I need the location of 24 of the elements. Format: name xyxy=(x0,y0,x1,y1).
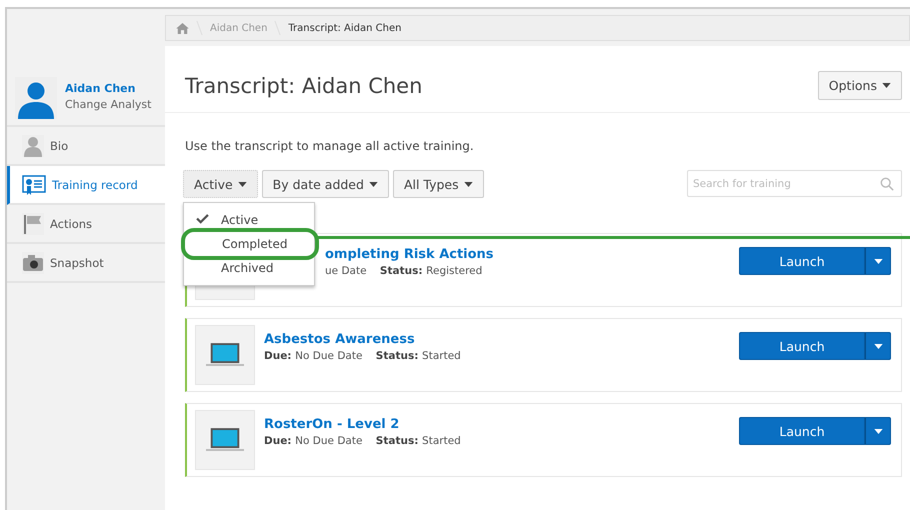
intro-text: Use the transcript to manage all active training. xyxy=(185,139,475,153)
options-button[interactable]: Options xyxy=(818,71,902,100)
profile-name[interactable]: Aidan Chen xyxy=(65,82,152,95)
sidebar-item[interactable]: Training record xyxy=(7,166,165,205)
launch-button[interactable]: Launch xyxy=(739,417,865,445)
menu-item[interactable]: Active xyxy=(184,208,314,232)
filter-dropdown[interactable]: By date added xyxy=(262,170,389,198)
training-meta: Due: No Due Date Status: Started xyxy=(264,434,462,446)
training-title[interactable]: RosterOn - Level 2 xyxy=(264,416,730,432)
breadcrumb-current: Transcript: Aidan Chen xyxy=(288,22,402,34)
filter-dropdown[interactable]: All Types xyxy=(392,170,484,198)
training-title[interactable]: ompleting Risk Actions xyxy=(325,246,730,262)
sidebar-item[interactable]: Snapshot xyxy=(7,244,165,283)
profile-role: Change Analyst xyxy=(65,98,152,111)
training-title[interactable]: Asbestos Awareness xyxy=(264,332,730,346)
sidebar-item[interactable]: Actions xyxy=(7,205,165,244)
training-meta: Due: No Due Date Status: Started xyxy=(264,350,462,362)
filter-dropdown[interactable]: Active xyxy=(183,170,258,198)
launch-button[interactable]: Launch xyxy=(739,247,865,275)
search-field[interactable]: Search for training xyxy=(687,170,902,197)
launch-button[interactable]: Launch xyxy=(739,332,865,360)
page-title: Transcript: Aidan Chen xyxy=(185,74,422,98)
training-meta: ue Date Status: Registered xyxy=(325,264,484,276)
menu-item[interactable]: Archived xyxy=(184,256,314,280)
